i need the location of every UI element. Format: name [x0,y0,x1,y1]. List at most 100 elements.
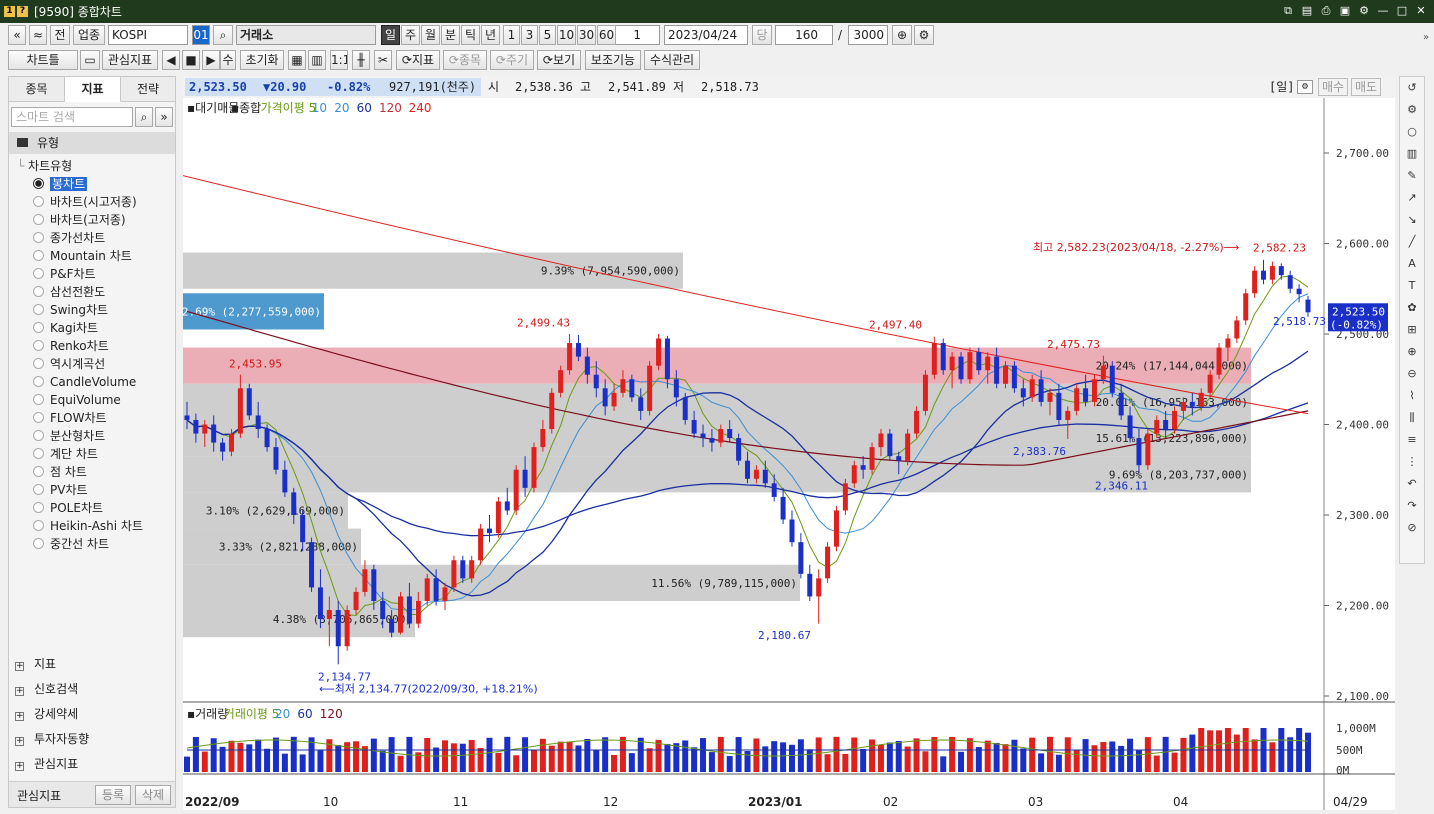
code-box[interactable]: 01 [192,25,210,45]
drawing-tool-icon[interactable]: ↷ [1400,495,1424,517]
count-field[interactable]: 160 [775,25,833,45]
prev-icon[interactable]: ◀ [162,50,180,70]
smart-search-input[interactable]: 스마트 검색 [11,107,133,127]
drawing-tool-icon[interactable]: ⊘ [1400,517,1424,539]
drawing-tool-icon[interactable]: ≡ [1400,429,1424,451]
chart-settings-icon[interactable]: ⚙ [1297,80,1313,94]
chart-type-item[interactable]: Kagi차트 [33,319,98,337]
cut-icon[interactable]: ✂ [374,50,392,70]
help-icon[interactable]: ? [17,6,28,17]
close-icon[interactable]: ✕ [1414,4,1428,18]
radio-icon[interactable] [33,322,44,333]
chart-frame-button[interactable]: 차트틀 [8,50,78,70]
chart-type-item[interactable]: POLE차트 [33,499,103,517]
indicator-button[interactable]: ⟳지표 [396,50,440,70]
radio-icon[interactable] [33,502,44,513]
drawing-tool-icon[interactable]: ↶ [1400,473,1424,495]
section-item[interactable]: + 지표 [15,653,56,675]
radio-icon[interactable] [33,304,44,315]
minute-button-30[interactable]: 30 [577,25,596,45]
candle-icon[interactable]: ╫ [352,50,370,70]
minimize-icon[interactable]: — [1376,4,1390,18]
toolbar-expand-icon[interactable]: » [1420,28,1432,48]
zoom-icon[interactable]: ⊕ [892,25,912,45]
drawing-tool-icon[interactable]: ↗ [1400,187,1424,209]
expand-icon[interactable]: + [15,662,24,671]
tab-stock[interactable]: 종목 [9,77,65,102]
delete-button[interactable]: 삭제 [135,785,171,805]
maximize-icon[interactable]: □ [1395,4,1409,18]
radio-icon[interactable] [33,358,44,369]
settings-gear-icon[interactable]: ⚙ [914,25,934,45]
reset-button[interactable]: 초기화 [240,50,284,70]
settings-icon[interactable]: ⚙ [1357,4,1371,18]
radio-icon[interactable] [33,430,44,441]
period-button-1[interactable]: 주 [401,25,420,45]
chart-type-item[interactable]: 삼선전환도 [33,283,105,301]
radio-icon[interactable] [33,340,44,351]
minute-button-1[interactable]: 1 [503,25,520,45]
drawing-tool-icon[interactable]: ⚙ [1400,99,1424,121]
note-icon[interactable]: ▤ [1300,4,1314,18]
tree-root[interactable]: └ 차트유형 [17,157,72,175]
chart-type-item[interactable]: 계단 차트 [33,445,98,463]
buy-button[interactable]: 매수 [1318,78,1348,96]
radio-icon[interactable] [33,520,44,531]
drawing-tool-icon[interactable]: ↺ [1400,77,1424,99]
link-icon[interactable]: ⧉ [1281,4,1295,18]
chart-type-item[interactable]: PV차트 [33,481,88,499]
drawing-tool-icon[interactable]: ╱ [1400,231,1424,253]
nav-up-button[interactable]: ≈ [29,25,47,45]
drawing-tool-icon[interactable]: ⊞ [1400,319,1424,341]
chart-area[interactable]: 2,523.50 ▼20.90 -0.82% 927,191(천주) 시 2,5… [183,76,1395,810]
period-button-4[interactable]: 틱 [461,25,480,45]
expand-icon[interactable]: + [15,737,24,746]
drawing-tool-icon[interactable]: ✿ [1400,297,1424,319]
chart-type-item[interactable]: 종가선차트 [33,229,105,247]
market-type-button[interactable]: 업종 [73,25,105,45]
chart-type-item[interactable]: Mountain 차트 [33,247,132,265]
drawing-tool-icon[interactable]: ↘ [1400,209,1424,231]
section-item[interactable]: + 신호검색 [15,678,78,700]
drawing-tool-icon[interactable]: ⋮ [1400,451,1424,473]
radio-icon[interactable] [33,538,44,549]
search-icon[interactable]: ⌕ [135,107,153,127]
print-icon[interactable]: ⎙ [1319,4,1333,18]
index-select[interactable]: KOSPI [108,25,188,45]
period-button-5[interactable]: 년 [481,25,500,45]
drawing-tool-icon[interactable]: T [1400,275,1424,297]
minute-button-10[interactable]: 10 [557,25,576,45]
radio-icon[interactable] [33,448,44,459]
drawing-tool-icon[interactable]: ⊖ [1400,363,1424,385]
total-field[interactable]: 3000 [848,25,888,45]
section-item[interactable]: + 강세약세 [15,703,78,725]
cycle-button[interactable]: ⟳주기 [490,50,534,70]
minute-button-3[interactable]: 3 [521,25,538,45]
chart-type-item[interactable]: EquiVolume [33,391,121,409]
date-field[interactable]: 2023/04/24 [664,25,748,45]
register-button[interactable]: 등록 [95,785,131,805]
view-button[interactable]: ⟳보기 [537,50,581,70]
period-button-3[interactable]: 분 [441,25,460,45]
stop-icon[interactable]: ■ [182,50,200,70]
stock-button[interactable]: ⟳종목 [443,50,487,70]
interval-select[interactable]: 1 [615,25,660,45]
search-icon[interactable]: ⌕ [213,25,233,45]
radio-icon[interactable] [33,196,44,207]
radio-icon[interactable] [33,412,44,423]
period-button-0[interactable]: 일 [381,25,400,45]
drawing-tool-icon[interactable]: ⊕ [1400,341,1424,363]
dang-button[interactable]: 당 [752,25,772,45]
section-item[interactable]: + 투자자동향 [15,728,89,750]
save-icon[interactable]: ▭ [80,50,100,70]
chart-type-item[interactable]: 중간선 차트 [33,535,109,553]
minute-button-60[interactable]: 60 [597,25,616,45]
radio-icon[interactable] [33,178,44,189]
chart-type-item[interactable]: 점 차트 [33,463,87,481]
grid-icon[interactable]: ▦ [288,50,306,70]
tab-strategy[interactable]: 전략 [121,77,175,102]
radio-icon[interactable] [33,214,44,225]
chart-type-item[interactable]: Heikin-Ashi 차트 [33,517,143,535]
next-icon[interactable]: ▶ [202,50,220,70]
radio-icon[interactable] [33,466,44,477]
